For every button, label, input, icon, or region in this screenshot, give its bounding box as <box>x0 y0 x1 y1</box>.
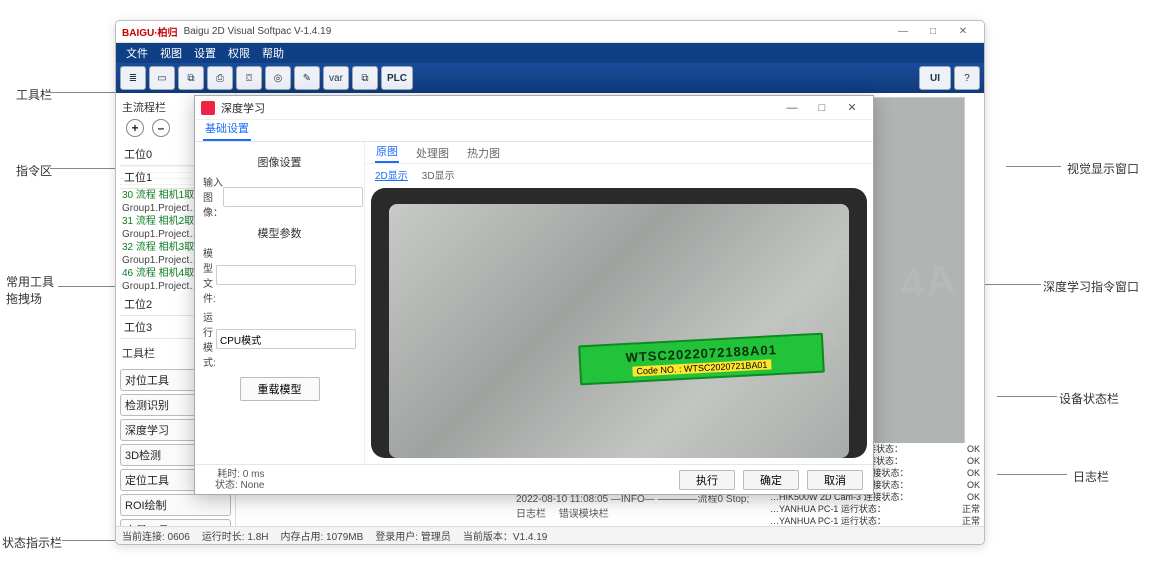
tb-plc-button[interactable]: PLC <box>381 66 413 90</box>
run-mode-select[interactable] <box>216 329 356 349</box>
window-title: Baigu 2D Visual Softpac V-1.4.19 <box>184 26 332 37</box>
tb-list-icon[interactable]: ≣ <box>120 66 146 90</box>
sb-ver: 当前版本：V1.4.19 <box>463 528 547 543</box>
menu-file[interactable]: 文件 <box>126 45 148 61</box>
titlebar: BAIGU·柏归 Baigu 2D Visual Softpac V-1.4.1… <box>116 21 984 43</box>
emboss-side: WTSC2022 <box>835 216 851 304</box>
sb-mem: 内存占用: 1079MB <box>281 528 364 543</box>
tb-cam-icon[interactable]: ⌼ <box>236 66 262 90</box>
dialog-min-button[interactable]: — <box>777 102 807 114</box>
menubar: 文件 视图 设置 权限 帮助 <box>116 43 984 63</box>
max-button[interactable]: □ <box>918 26 948 37</box>
tb-var-icon[interactable]: var <box>323 66 349 90</box>
reload-model-button[interactable]: 重载模型 <box>240 377 320 401</box>
label-run-mode: 运行模式: <box>203 309 216 369</box>
sb-conn: 当前连接: 0606 <box>122 528 190 543</box>
tb-ui-button[interactable]: UI <box>919 66 951 90</box>
tab-original[interactable]: 原图 <box>375 142 399 163</box>
emboss-text: 4A <box>898 255 960 309</box>
label-model-file: 模型文件: <box>203 245 216 305</box>
tb-edit-icon[interactable]: ✎ <box>294 66 320 90</box>
tab-processed[interactable]: 处理图 <box>415 143 450 163</box>
statusbar: 当前连接: 0606 运行时长: 1.8H 内存占用: 1079MB 登录用户:… <box>116 526 984 544</box>
section-image-settings: 图像设置 <box>203 154 356 170</box>
cancel-button[interactable]: 取消 <box>807 470 863 490</box>
anno-instr: 指令区 <box>16 162 52 179</box>
anno-log: 日志栏 <box>1073 468 1109 485</box>
anno-dl: 深度学习指令窗口 <box>1043 278 1139 295</box>
image-view[interactable]: WTSC2022 4A WTSC2022072188A01 Code NO. :… <box>365 184 873 464</box>
tb-copy-icon[interactable]: ⧉ <box>178 66 204 90</box>
dialog-icon <box>201 101 215 115</box>
deep-learning-dialog: 深度学习 — □ ✕ 基础设置 图像设置 输入图像： 模型参数 模型文件: <box>194 95 874 495</box>
logo: BAIGU·柏归 <box>122 24 178 39</box>
anno-view: 视觉显示窗口 <box>1067 160 1139 177</box>
menu-auth[interactable]: 权限 <box>228 45 250 61</box>
sb-uptime: 运行时长: 1.8H <box>202 528 269 543</box>
toolbar: ≣ ▭ ⧉ ⎙ ⌼ ◎ ✎ var ⧉ PLC UI ? <box>116 63 984 93</box>
dialog-left-panel: 图像设置 输入图像： 模型参数 模型文件: 运行模式: 重载模型 <box>195 142 365 464</box>
section-model-params: 模型参数 <box>203 225 356 241</box>
dialog-title: 深度学习 <box>221 100 265 116</box>
log-tab-err[interactable]: 错误模块栏 <box>559 509 609 520</box>
anno-toolbar: 工具栏 <box>16 86 52 103</box>
dialog-max-button[interactable]: □ <box>807 102 837 114</box>
min-button[interactable]: — <box>888 26 918 37</box>
menu-help[interactable]: 帮助 <box>262 45 284 61</box>
tool-roi[interactable]: ROI绘制 <box>120 494 231 516</box>
dialog-close-button[interactable]: ✕ <box>837 101 867 114</box>
tool-logic[interactable]: 逻辑工具 <box>120 544 231 545</box>
subtab-2d[interactable]: 2D显示 <box>375 167 408 182</box>
input-image-field[interactable] <box>223 187 363 207</box>
tb-save-icon[interactable]: ⎙ <box>207 66 233 90</box>
dialog-footer-info: 耗时: 0 ms 状态: None <box>215 469 264 491</box>
anno-tooldrag: 常用工具 拖拽场 <box>6 273 54 307</box>
model-file-field[interactable] <box>216 265 356 285</box>
add-process-button[interactable]: + <box>126 119 144 137</box>
menu-settings[interactable]: 设置 <box>194 45 216 61</box>
tb-help-icon[interactable]: ? <box>954 66 980 90</box>
sb-user: 登录用户: 管理员 <box>375 528 451 543</box>
label-input-image: 输入图像： <box>203 174 223 219</box>
log-tab-log[interactable]: 日志栏 <box>516 509 546 520</box>
tb-circle-icon[interactable]: ◎ <box>265 66 291 90</box>
tab-basic-settings[interactable]: 基础设置 <box>203 117 251 141</box>
anno-dev: 设备状态栏 <box>1059 390 1119 407</box>
ok-button[interactable]: 确定 <box>743 470 799 490</box>
menu-view[interactable]: 视图 <box>160 45 182 61</box>
tb-link-icon[interactable]: ⧉ <box>352 66 378 90</box>
close-button[interactable]: ✕ <box>948 26 978 37</box>
anno-status: 状态指示栏 <box>2 534 62 551</box>
remove-process-button[interactable]: – <box>152 119 170 137</box>
tb-open-icon[interactable]: ▭ <box>149 66 175 90</box>
tab-heatmap[interactable]: 热力图 <box>466 143 501 163</box>
subtab-3d[interactable]: 3D显示 <box>422 167 455 182</box>
run-button[interactable]: 执行 <box>679 470 735 490</box>
detection-box: WTSC2022072188A01 Code NO. : WTSC2020721… <box>578 333 825 386</box>
